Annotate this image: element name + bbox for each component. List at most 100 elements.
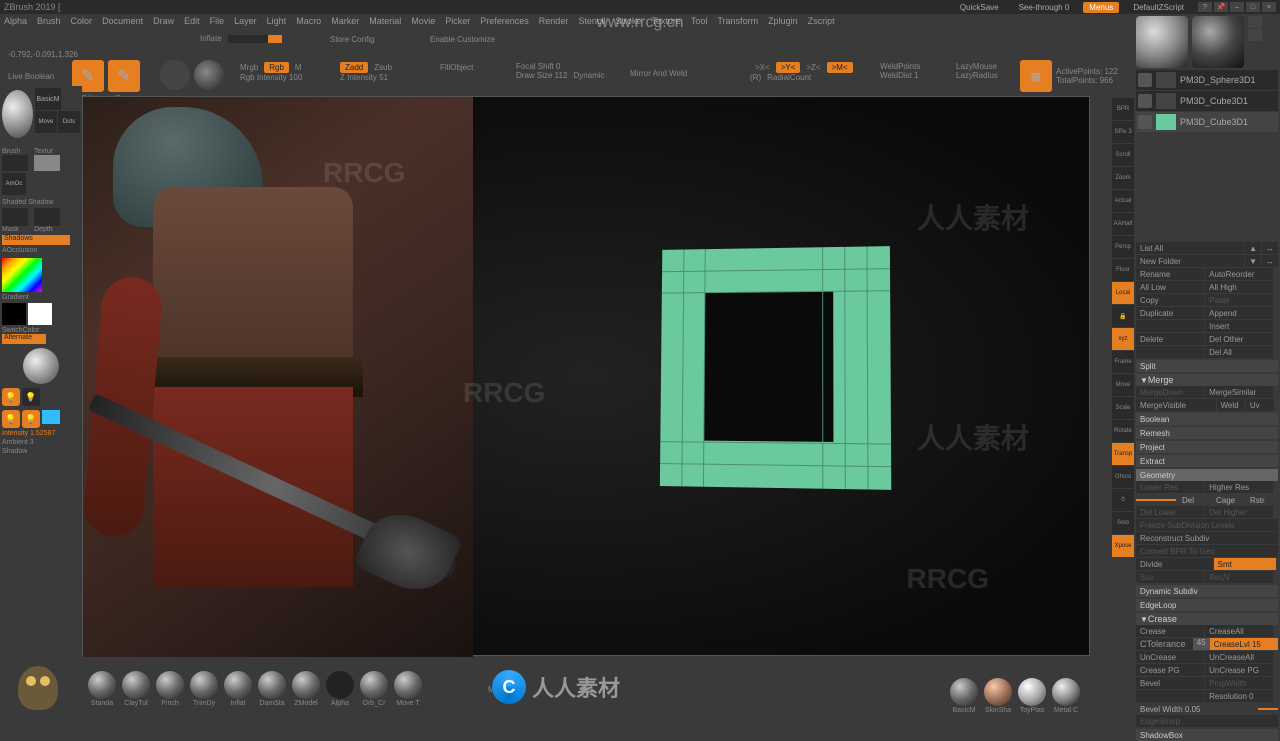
allhigh-button[interactable]: All High [1205,281,1273,293]
duplicate-button[interactable]: Duplicate [1136,307,1204,319]
menu-document[interactable]: Document [102,16,143,26]
menu-render[interactable]: Render [539,16,569,26]
seethrough-slider[interactable]: See-through 0 [1013,3,1076,12]
autoreorder-button[interactable]: AutoReorder [1205,268,1273,280]
zadd-button[interactable]: Zadd [340,62,368,73]
sym-x-button[interactable]: >X< [750,62,775,73]
fillobject-button[interactable]: FillObject [440,63,473,72]
lazyradius-slider[interactable]: LazyRadius [956,71,998,80]
solo-button[interactable]: Solo [1112,512,1134,534]
gradient-label[interactable]: Gradient [2,294,80,301]
move-button[interactable]: Move [1112,374,1134,396]
arrow-icon[interactable]: ↔ [1262,242,1278,254]
light-4-icon[interactable]: 💡 [22,410,40,428]
menu-tool[interactable]: Tool [691,16,708,26]
append-button[interactable]: Append [1205,307,1273,319]
material-skinshade[interactable]: SkinSha [984,678,1012,714]
welddist-slider[interactable]: WeldDist 1 [880,71,919,80]
remesh-header[interactable]: Remesh [1136,427,1278,439]
brush-movetopological[interactable]: Move T [394,671,422,707]
brush-preview[interactable] [2,90,33,138]
sym-r-button[interactable]: (R) [750,73,761,82]
insert-button[interactable]: Insert [1205,320,1273,332]
lock-icon[interactable]: 🔒 [1112,305,1134,327]
mergesimilar-button[interactable]: MergeSimilar [1205,386,1273,398]
ghost-button[interactable]: Ghost [1112,466,1134,488]
shadowbox-header[interactable]: ShadowBox [1136,729,1278,741]
defaultzscript-button[interactable]: DefaultZScript [1127,3,1190,12]
aahalf-button[interactable]: AAHalf [1112,213,1134,235]
polyframe-icon[interactable]: ▦ [1020,60,1052,92]
brush-basic[interactable]: BasicM [35,88,61,110]
focal-shift-slider[interactable]: Focal Shift 0 [516,62,560,71]
delother-button[interactable]: Del Other [1205,333,1273,345]
brush-alpha[interactable]: Alpha [326,671,354,707]
local-button[interactable]: Local [1112,282,1134,304]
listall-button[interactable]: List All [1136,242,1244,254]
minimize-icon[interactable]: – [1230,2,1244,12]
copy-button[interactable]: Copy [1136,294,1204,306]
brush-trimdynamic[interactable]: TrimDy [190,671,218,707]
delhigher-button[interactable]: Del Higher [1205,506,1273,518]
del-button[interactable]: Del [1178,496,1210,505]
mask-field[interactable] [2,208,28,226]
maximize-icon[interactable]: □ [1246,2,1260,12]
creasepg-button[interactable]: Crease PG [1136,664,1204,676]
help-icon[interactable]: ? [1198,2,1212,12]
actual-button[interactable]: Actual [1112,190,1134,212]
light-1-icon[interactable]: 💡 [2,388,20,406]
live-boolean-button[interactable]: Live Boolean [8,72,54,81]
rgb-intensity-slider[interactable]: Rgb Intensity 100 [240,73,302,82]
m-button[interactable]: M [295,63,302,72]
menu-edit[interactable]: Edit [184,16,200,26]
z-intensity-slider[interactable]: Z Intensity 51 [340,73,388,82]
scale-button[interactable]: Scale [1112,397,1134,419]
menu-zplugin[interactable]: Zplugin [768,16,798,26]
paste-button[interactable]: Paste [1205,294,1273,306]
ambient-slider[interactable]: Ambient 3 [2,439,80,446]
mergedown-button[interactable]: MergeDown [1136,386,1204,398]
reuv-button[interactable]: ReUV [1205,571,1273,583]
menu-marker[interactable]: Marker [331,16,359,26]
boolean-header[interactable]: Boolean [1136,413,1278,425]
transp-button[interactable]: Transp [1112,443,1134,465]
visibility-icon[interactable] [1138,73,1152,87]
menu-brush[interactable]: Brush [37,16,61,26]
menu-draw[interactable]: Draw [153,16,174,26]
rotate-button[interactable]: Rotate [1112,420,1134,442]
pin-icon[interactable]: 📌 [1214,2,1228,12]
tool-slot[interactable] [1248,29,1262,41]
menu-material[interactable]: Material [369,16,401,26]
texture-field[interactable] [34,155,60,171]
sym-y-button[interactable]: >Y< [776,62,801,73]
brush-damstandard[interactable]: DamSta [258,671,286,707]
menu-preferences[interactable]: Preferences [480,16,529,26]
crease-header[interactable]: ▼ Crease [1136,613,1278,625]
zsub-button[interactable]: Zsub [374,63,392,72]
mergevisible-button[interactable]: MergeVisible [1136,399,1216,411]
mesh-geometry[interactable] [659,247,889,487]
xpose-button[interactable]: Xpose [1112,535,1134,557]
creaseall-button[interactable]: CreaseAll [1205,625,1273,637]
resolution-slider[interactable]: Resolution 0 [1205,690,1273,702]
brush-standard[interactable]: Standa [88,671,116,707]
brush-inflate[interactable]: Inflat [224,671,252,707]
depth-field[interactable] [34,208,60,226]
convert-button[interactable]: Convert BPR To Geo [1136,545,1278,557]
uncreaseall-button[interactable]: UnCreaseAll [1205,651,1273,663]
alternate-bar[interactable]: Alternate [2,334,46,344]
sym-m-button[interactable]: >M< [827,62,853,73]
brush-claytubes[interactable]: ClayTul [122,671,150,707]
light-2-icon[interactable]: 💡 [22,388,40,406]
quicksave-button[interactable]: QuickSave [954,3,1005,12]
weldpoints-button[interactable]: WeldPoints [880,62,920,71]
menu-color[interactable]: Color [71,16,93,26]
gizmo-icon[interactable] [160,60,190,90]
delete-button[interactable]: Delete [1136,333,1204,345]
project-header[interactable]: Project [1136,441,1278,453]
menu-alpha[interactable]: Alpha [4,16,27,26]
menu-picker[interactable]: Picker [445,16,470,26]
menu-file[interactable]: File [210,16,225,26]
shadow2-label[interactable]: Shadow [2,448,80,455]
dellower-button[interactable]: Del Lower [1136,506,1204,518]
